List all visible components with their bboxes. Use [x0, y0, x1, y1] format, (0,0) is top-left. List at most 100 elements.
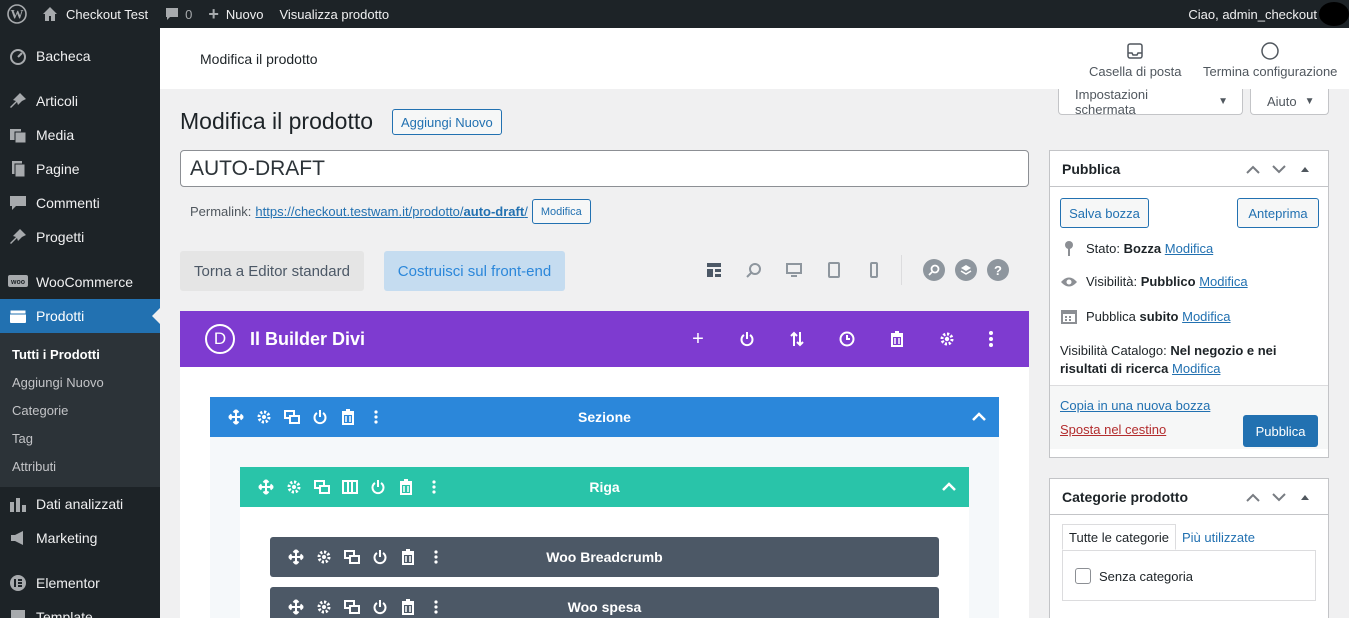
- more-options-icon[interactable]: [362, 397, 390, 437]
- edit-catalog-visibility-link[interactable]: Modifica: [1172, 361, 1220, 376]
- publish-button[interactable]: Pubblica: [1243, 415, 1318, 447]
- edit-visibility-link[interactable]: Modifica: [1199, 274, 1247, 289]
- help-icon[interactable]: ?: [987, 259, 1009, 281]
- inbox-button[interactable]: Casella di posta: [1089, 40, 1182, 79]
- wireframe-view-icon[interactable]: [704, 260, 724, 280]
- more-options-icon[interactable]: [422, 537, 450, 577]
- more-options-icon[interactable]: [422, 587, 450, 618]
- chevron-down-icon[interactable]: [1266, 164, 1292, 174]
- checkbox[interactable]: [1075, 568, 1091, 584]
- help-button[interactable]: Aiuto ▼: [1250, 89, 1329, 115]
- sidebar-item-elementor[interactable]: Elementor: [0, 566, 160, 600]
- submenu-item-attributes[interactable]: Attributi: [0, 452, 160, 480]
- power-icon[interactable]: [366, 537, 394, 577]
- power-icon[interactable]: [364, 467, 392, 507]
- edit-status-link[interactable]: Modifica: [1165, 241, 1213, 256]
- power-icon[interactable]: [306, 397, 334, 437]
- submenu-item-all-products[interactable]: Tutti i Prodotti: [0, 340, 160, 368]
- power-icon[interactable]: [737, 329, 757, 349]
- sidebar-item-label: Bacheca: [36, 48, 91, 64]
- trash-icon[interactable]: [392, 467, 420, 507]
- row-header[interactable]: Riga: [240, 467, 969, 507]
- power-icon[interactable]: [366, 587, 394, 618]
- duplicate-icon[interactable]: [308, 467, 336, 507]
- trash-icon[interactable]: [887, 329, 907, 349]
- sidebar-item-analytics[interactable]: Dati analizzati: [0, 487, 160, 521]
- category-checkbox-item[interactable]: Senza categoria: [1075, 568, 1193, 584]
- columns-icon[interactable]: [336, 467, 364, 507]
- tab-all-categories[interactable]: Tutte le categorie: [1062, 524, 1176, 550]
- sidebar-item-marketing[interactable]: Marketing: [0, 521, 160, 555]
- submenu-item-tags[interactable]: Tag: [0, 424, 160, 452]
- trash-icon[interactable]: [394, 587, 422, 618]
- gear-icon[interactable]: [280, 467, 308, 507]
- zoom-icon[interactable]: [744, 260, 764, 280]
- gear-icon[interactable]: [937, 329, 957, 349]
- more-options-icon[interactable]: [981, 329, 1001, 349]
- caret-up-icon[interactable]: [1292, 494, 1318, 500]
- new-content-link[interactable]: + Nuovo: [200, 0, 271, 28]
- sidebar-item-bacheca[interactable]: Bacheca: [0, 39, 160, 73]
- chevron-down-icon[interactable]: [1266, 492, 1292, 502]
- back-to-standard-editor-button[interactable]: Torna a Editor standard: [180, 251, 364, 291]
- duplicate-icon[interactable]: [338, 587, 366, 618]
- finish-setup-button[interactable]: Termina configurazione: [1203, 40, 1337, 79]
- my-account-link[interactable]: Ciao, admin_checkout: [1180, 0, 1349, 28]
- submenu-item-add-new[interactable]: Aggiungi Nuovo: [0, 368, 160, 396]
- product-title-input[interactable]: AUTO-DRAFT: [180, 150, 1029, 187]
- add-new-button[interactable]: Aggiungi Nuovo: [392, 109, 502, 135]
- site-name-link[interactable]: Checkout Test: [34, 0, 156, 28]
- sort-icon[interactable]: [787, 329, 807, 349]
- duplicate-icon[interactable]: [338, 537, 366, 577]
- sidebar-item-template[interactable]: Template: [0, 600, 160, 618]
- move-icon[interactable]: [282, 537, 310, 577]
- module-header[interactable]: Woo spesa: [270, 587, 939, 618]
- desktop-view-icon[interactable]: [784, 260, 804, 280]
- screen-options-button[interactable]: Impostazioni schermata ▼: [1058, 87, 1243, 117]
- add-icon[interactable]: +: [688, 328, 708, 350]
- tablet-view-icon[interactable]: [824, 260, 844, 280]
- tab-most-used[interactable]: Più utilizzate: [1176, 524, 1261, 550]
- phone-view-icon[interactable]: [864, 260, 884, 280]
- permalink-link[interactable]: https://checkout.testwam.it/prodotto/aut…: [255, 204, 527, 219]
- trash-icon[interactable]: [334, 397, 362, 437]
- move-icon[interactable]: [282, 587, 310, 618]
- gear-icon[interactable]: [310, 587, 338, 618]
- search-icon[interactable]: [923, 259, 945, 281]
- permalink-edit-button[interactable]: Modifica: [531, 199, 591, 224]
- section-header[interactable]: Sezione: [210, 397, 999, 437]
- edit-schedule-link[interactable]: Modifica: [1182, 309, 1230, 324]
- wordpress-logo-icon[interactable]: W: [0, 0, 34, 28]
- move-icon[interactable]: [222, 397, 250, 437]
- chevron-up-icon[interactable]: [1240, 165, 1266, 174]
- chevron-up-icon[interactable]: [941, 479, 957, 495]
- sidebar-item-articoli[interactable]: Articoli: [0, 84, 160, 118]
- chevron-up-icon[interactable]: [1240, 493, 1266, 502]
- duplicate-icon[interactable]: [278, 397, 306, 437]
- move-to-trash-link[interactable]: Sposta nel cestino: [1060, 422, 1166, 437]
- sidebar-item-woocommerce[interactable]: woo WooCommerce: [0, 265, 160, 299]
- copy-to-draft-link[interactable]: Copia in una nuova bozza: [1060, 398, 1210, 413]
- build-on-frontend-button[interactable]: Costruisci sul front-end: [384, 251, 565, 291]
- chevron-up-icon[interactable]: [971, 409, 987, 425]
- caret-up-icon[interactable]: [1292, 166, 1318, 172]
- gear-icon[interactable]: [310, 537, 338, 577]
- sidebar-item-commenti[interactable]: Commenti: [0, 186, 160, 220]
- permalink-base: https://checkout.testwam.it/prodotto/: [255, 204, 464, 219]
- sidebar-item-prodotti[interactable]: Prodotti: [0, 299, 160, 333]
- preview-button[interactable]: Anteprima: [1237, 198, 1319, 228]
- layers-icon[interactable]: [955, 259, 977, 281]
- sidebar-item-progetti[interactable]: Progetti: [0, 220, 160, 254]
- move-icon[interactable]: [252, 467, 280, 507]
- submenu-item-categories[interactable]: Categorie: [0, 396, 160, 424]
- more-options-icon[interactable]: [420, 467, 448, 507]
- history-icon[interactable]: [837, 329, 857, 349]
- save-draft-button[interactable]: Salva bozza: [1060, 198, 1149, 228]
- view-product-link[interactable]: Visualizza prodotto: [271, 0, 397, 28]
- sidebar-item-pagine[interactable]: Pagine: [0, 152, 160, 186]
- trash-icon[interactable]: [394, 537, 422, 577]
- gear-icon[interactable]: [250, 397, 278, 437]
- comments-link[interactable]: 0: [156, 0, 200, 28]
- sidebar-item-media[interactable]: Media: [0, 118, 160, 152]
- module-header[interactable]: Woo Breadcrumb: [270, 537, 939, 577]
